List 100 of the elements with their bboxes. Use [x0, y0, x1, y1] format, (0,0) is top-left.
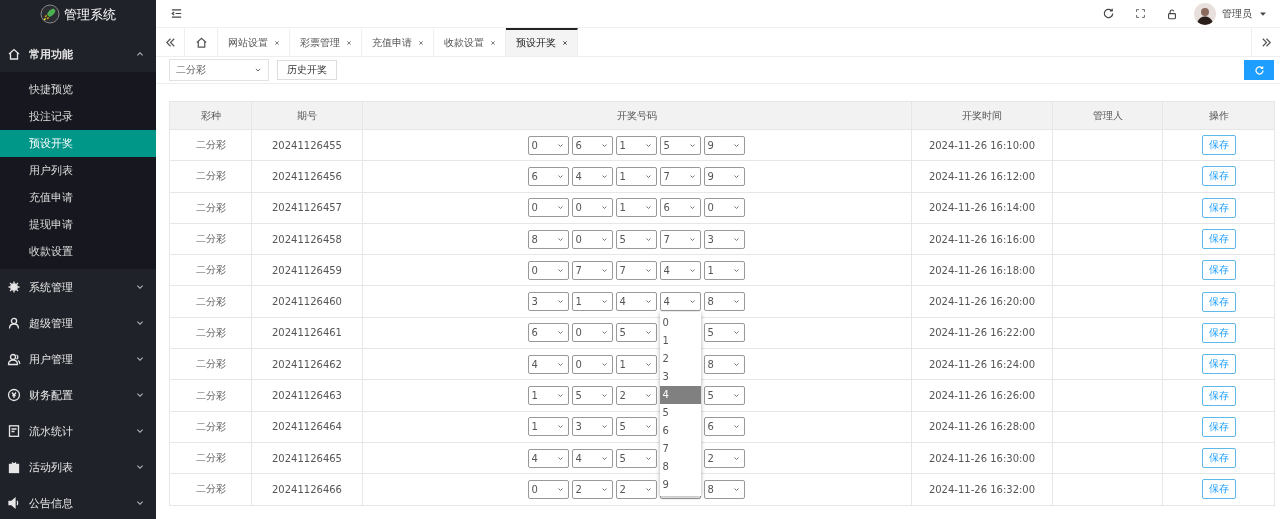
menu-group[interactable]: 系统管理	[0, 269, 156, 305]
menu-item[interactable]: 用户列表	[0, 157, 156, 184]
dropdown-option[interactable]: 0	[659, 314, 701, 333]
table-cell: 2024-11-26 16:24:00	[911, 348, 1053, 380]
menu-fold-icon[interactable]	[170, 7, 183, 20]
tab[interactable]: 预设开奖	[506, 28, 578, 56]
menu-group[interactable]: 流水统计	[0, 413, 156, 449]
number-select[interactable]: 8	[703, 479, 745, 499]
number-select[interactable]: 5	[615, 323, 657, 343]
table-cell: 2024-11-26 16:14:00	[911, 192, 1053, 224]
close-icon[interactable]	[273, 39, 281, 47]
number-select[interactable]: 4	[615, 292, 657, 312]
number-select[interactable]: 0	[527, 479, 569, 499]
number-select[interactable]: 1	[527, 386, 569, 405]
dropdown-option[interactable]: 6	[659, 422, 701, 441]
number-select[interactable]: 4	[571, 448, 613, 468]
user-name[interactable]: 管理员	[1222, 6, 1252, 21]
dropdown-option[interactable]: 8	[659, 458, 701, 477]
number-select[interactable]: 4	[527, 448, 569, 468]
number-select[interactable]: 5	[659, 135, 701, 155]
number-select[interactable]: 2	[571, 479, 613, 499]
close-icon[interactable]	[561, 39, 569, 47]
number-select[interactable]: 6	[703, 417, 745, 437]
tab[interactable]: 充值申请	[362, 28, 434, 56]
number-select[interactable]: 0	[571, 198, 613, 218]
table-cell: 20241126462	[251, 348, 363, 380]
number-select[interactable]: 0	[527, 260, 569, 280]
menu-group[interactable]: 公告信息	[0, 485, 156, 519]
number-select[interactable]: 6	[571, 135, 613, 155]
number-select[interactable]: 5	[703, 323, 745, 343]
menu-group[interactable]: 超级管理	[0, 305, 156, 341]
close-icon[interactable]	[489, 39, 497, 47]
number-select[interactable]: 6	[659, 198, 701, 218]
menu-item[interactable]: 投注记录	[0, 103, 156, 130]
number-select[interactable]: 0	[527, 135, 569, 155]
number-select[interactable]: 1	[615, 354, 657, 374]
number-select[interactable]: 7	[659, 229, 701, 249]
close-icon[interactable]	[345, 39, 353, 47]
dropdown-option[interactable]: 1	[659, 332, 701, 351]
number-select[interactable]: 4	[571, 166, 613, 186]
number-select[interactable]: 0	[571, 354, 613, 374]
home-icon[interactable]	[194, 35, 208, 49]
number-select[interactable]: 1	[527, 417, 569, 437]
refresh-icon[interactable]	[1102, 7, 1115, 20]
history-button[interactable]: 历史开奖	[277, 60, 337, 80]
number-select[interactable]: 0	[571, 323, 613, 343]
number-select[interactable]: 9	[703, 166, 745, 186]
number-select[interactable]: 3	[527, 292, 569, 312]
number-select[interactable]: 4	[659, 260, 701, 280]
dropdown-option[interactable]: 7	[659, 440, 701, 459]
number-select[interactable]: 9	[703, 135, 745, 155]
number-select[interactable]: 5	[703, 386, 745, 405]
number-select[interactable]: 0	[527, 198, 569, 218]
number-select[interactable]: 2	[703, 448, 745, 468]
menu-group[interactable]: 财务配置	[0, 377, 156, 413]
number-select[interactable]: 4	[527, 354, 569, 374]
number-select[interactable]: 7	[571, 260, 613, 280]
number-select[interactable]: 5	[615, 448, 657, 468]
dropdown-option[interactable]: 5	[659, 404, 701, 423]
menu-item[interactable]: 充值申请	[0, 184, 156, 211]
lock-icon[interactable]	[1166, 7, 1178, 20]
number-select[interactable]: 0	[571, 229, 613, 249]
number-select[interactable]: 3	[703, 229, 745, 249]
menu-group[interactable]: 活动列表	[0, 449, 156, 485]
dropdown-option[interactable]: 2	[659, 350, 701, 369]
number-select[interactable]: 5	[571, 386, 613, 405]
number-select[interactable]: 8	[527, 229, 569, 249]
menu-item[interactable]: 快捷预览	[0, 76, 156, 103]
menu-item[interactable]: 预设开奖	[0, 130, 156, 157]
number-select[interactable]: 5	[615, 229, 657, 249]
lottery-select[interactable]: 二分彩	[169, 59, 269, 81]
number-select[interactable]: 1	[615, 135, 657, 155]
number-select[interactable]: 8	[703, 354, 745, 374]
avatar-icon[interactable]	[1194, 2, 1216, 25]
menu-group[interactable]: 用户管理	[0, 341, 156, 377]
fullscreen-icon[interactable]	[1135, 8, 1146, 19]
number-select[interactable]: 7	[615, 260, 657, 280]
number-select[interactable]: 7	[659, 166, 701, 186]
number-select[interactable]: 5	[615, 417, 657, 437]
menu-item[interactable]: 提现申请	[0, 211, 156, 238]
table-cell: 20241126465	[251, 442, 363, 474]
number-select[interactable]: 1	[615, 198, 657, 218]
number-select[interactable]: 8	[703, 292, 745, 312]
number-select[interactable]: 6	[527, 166, 569, 186]
menu-group[interactable]: 常用功能	[0, 36, 156, 72]
menu-item[interactable]: 收款设置	[0, 238, 156, 265]
number-select[interactable]: 1	[615, 166, 657, 186]
tab[interactable]: 彩票管理	[290, 28, 362, 56]
number-select[interactable]: 6	[527, 323, 569, 343]
number-select[interactable]: 1	[703, 260, 745, 280]
number-select[interactable]: 0	[703, 198, 745, 218]
dropdown-option[interactable]: 4	[659, 386, 701, 405]
dropdown-option[interactable]: 3	[659, 368, 701, 387]
tab[interactable]: 网站设置	[218, 28, 290, 56]
number-select[interactable]: 2	[615, 479, 657, 499]
dropdown-option[interactable]: 9	[659, 476, 701, 495]
number-select[interactable]: 1	[571, 292, 613, 312]
number-select[interactable]: 3	[571, 417, 613, 437]
number-select[interactable]: 2	[615, 386, 657, 405]
close-icon[interactable]	[417, 39, 425, 47]
